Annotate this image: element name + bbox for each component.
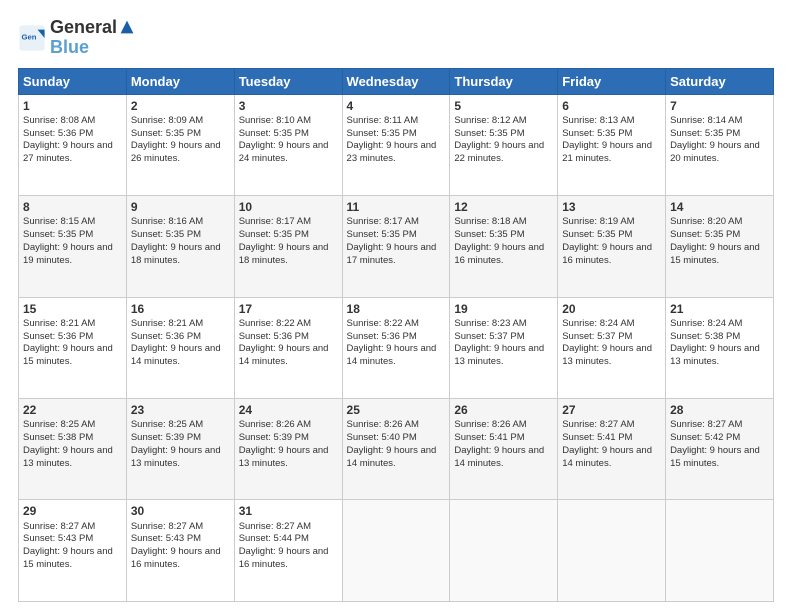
day-number: 13 <box>562 199 661 215</box>
day-cell: 29Sunrise: 8:27 AMSunset: 5:43 PMDayligh… <box>19 500 127 602</box>
day-cell: 22Sunrise: 8:25 AMSunset: 5:38 PMDayligh… <box>19 399 127 500</box>
day-cell <box>558 500 666 602</box>
day-number: 3 <box>239 98 338 114</box>
day-cell <box>450 500 558 602</box>
day-cell: 11Sunrise: 8:17 AMSunset: 5:35 PMDayligh… <box>342 196 450 297</box>
day-cell: 26Sunrise: 8:26 AMSunset: 5:41 PMDayligh… <box>450 399 558 500</box>
day-number: 9 <box>131 199 230 215</box>
day-number: 4 <box>347 98 446 114</box>
day-number: 27 <box>562 402 661 418</box>
day-number: 1 <box>23 98 122 114</box>
day-number: 25 <box>347 402 446 418</box>
day-number: 24 <box>239 402 338 418</box>
day-cell: 16Sunrise: 8:21 AMSunset: 5:36 PMDayligh… <box>126 297 234 398</box>
day-number: 2 <box>131 98 230 114</box>
day-number: 16 <box>131 301 230 317</box>
day-cell: 10Sunrise: 8:17 AMSunset: 5:35 PMDayligh… <box>234 196 342 297</box>
day-cell: 9Sunrise: 8:16 AMSunset: 5:35 PMDaylight… <box>126 196 234 297</box>
day-cell: 31Sunrise: 8:27 AMSunset: 5:44 PMDayligh… <box>234 500 342 602</box>
day-cell: 27Sunrise: 8:27 AMSunset: 5:41 PMDayligh… <box>558 399 666 500</box>
day-cell: 4Sunrise: 8:11 AMSunset: 5:35 PMDaylight… <box>342 94 450 195</box>
day-cell: 8Sunrise: 8:15 AMSunset: 5:35 PMDaylight… <box>19 196 127 297</box>
day-cell: 6Sunrise: 8:13 AMSunset: 5:35 PMDaylight… <box>558 94 666 195</box>
day-number: 17 <box>239 301 338 317</box>
day-cell: 3Sunrise: 8:10 AMSunset: 5:35 PMDaylight… <box>234 94 342 195</box>
day-cell: 19Sunrise: 8:23 AMSunset: 5:37 PMDayligh… <box>450 297 558 398</box>
day-number: 29 <box>23 503 122 519</box>
day-number: 14 <box>670 199 769 215</box>
day-cell: 14Sunrise: 8:20 AMSunset: 5:35 PMDayligh… <box>666 196 774 297</box>
col-header-friday: Friday <box>558 68 666 94</box>
calendar-table: SundayMondayTuesdayWednesdayThursdayFrid… <box>18 68 774 602</box>
day-number: 8 <box>23 199 122 215</box>
day-cell: 28Sunrise: 8:27 AMSunset: 5:42 PMDayligh… <box>666 399 774 500</box>
day-cell: 30Sunrise: 8:27 AMSunset: 5:43 PMDayligh… <box>126 500 234 602</box>
header: Gen GeneralBlue <box>18 18 774 58</box>
day-cell <box>666 500 774 602</box>
day-number: 19 <box>454 301 553 317</box>
day-cell: 24Sunrise: 8:26 AMSunset: 5:39 PMDayligh… <box>234 399 342 500</box>
day-cell: 13Sunrise: 8:19 AMSunset: 5:35 PMDayligh… <box>558 196 666 297</box>
day-cell: 25Sunrise: 8:26 AMSunset: 5:40 PMDayligh… <box>342 399 450 500</box>
calendar-header-row: SundayMondayTuesdayWednesdayThursdayFrid… <box>19 68 774 94</box>
week-row-5: 29Sunrise: 8:27 AMSunset: 5:43 PMDayligh… <box>19 500 774 602</box>
week-row-3: 15Sunrise: 8:21 AMSunset: 5:36 PMDayligh… <box>19 297 774 398</box>
day-cell: 1Sunrise: 8:08 AMSunset: 5:36 PMDaylight… <box>19 94 127 195</box>
day-number: 21 <box>670 301 769 317</box>
page: Gen GeneralBlue SundayMondayTuesdayWedne… <box>0 0 792 612</box>
day-cell: 2Sunrise: 8:09 AMSunset: 5:35 PMDaylight… <box>126 94 234 195</box>
day-number: 20 <box>562 301 661 317</box>
day-number: 26 <box>454 402 553 418</box>
day-number: 18 <box>347 301 446 317</box>
col-header-thursday: Thursday <box>450 68 558 94</box>
logo: Gen GeneralBlue <box>18 18 135 58</box>
week-row-1: 1Sunrise: 8:08 AMSunset: 5:36 PMDaylight… <box>19 94 774 195</box>
day-cell: 23Sunrise: 8:25 AMSunset: 5:39 PMDayligh… <box>126 399 234 500</box>
day-number: 23 <box>131 402 230 418</box>
day-cell: 5Sunrise: 8:12 AMSunset: 5:35 PMDaylight… <box>450 94 558 195</box>
col-header-monday: Monday <box>126 68 234 94</box>
week-row-4: 22Sunrise: 8:25 AMSunset: 5:38 PMDayligh… <box>19 399 774 500</box>
day-cell: 17Sunrise: 8:22 AMSunset: 5:36 PMDayligh… <box>234 297 342 398</box>
svg-text:Gen: Gen <box>22 32 37 41</box>
day-cell: 15Sunrise: 8:21 AMSunset: 5:36 PMDayligh… <box>19 297 127 398</box>
day-cell: 12Sunrise: 8:18 AMSunset: 5:35 PMDayligh… <box>450 196 558 297</box>
day-cell <box>342 500 450 602</box>
day-cell: 21Sunrise: 8:24 AMSunset: 5:38 PMDayligh… <box>666 297 774 398</box>
day-number: 28 <box>670 402 769 418</box>
col-header-saturday: Saturday <box>666 68 774 94</box>
day-number: 31 <box>239 503 338 519</box>
day-cell: 20Sunrise: 8:24 AMSunset: 5:37 PMDayligh… <box>558 297 666 398</box>
day-number: 5 <box>454 98 553 114</box>
day-number: 6 <box>562 98 661 114</box>
day-number: 10 <box>239 199 338 215</box>
day-number: 11 <box>347 199 446 215</box>
day-cell: 18Sunrise: 8:22 AMSunset: 5:36 PMDayligh… <box>342 297 450 398</box>
day-cell: 7Sunrise: 8:14 AMSunset: 5:35 PMDaylight… <box>666 94 774 195</box>
col-header-wednesday: Wednesday <box>342 68 450 94</box>
day-number: 30 <box>131 503 230 519</box>
logo-text: GeneralBlue <box>50 18 135 58</box>
week-row-2: 8Sunrise: 8:15 AMSunset: 5:35 PMDaylight… <box>19 196 774 297</box>
day-number: 22 <box>23 402 122 418</box>
day-number: 7 <box>670 98 769 114</box>
logo-icon: Gen <box>18 24 46 52</box>
day-number: 15 <box>23 301 122 317</box>
col-header-sunday: Sunday <box>19 68 127 94</box>
day-number: 12 <box>454 199 553 215</box>
col-header-tuesday: Tuesday <box>234 68 342 94</box>
